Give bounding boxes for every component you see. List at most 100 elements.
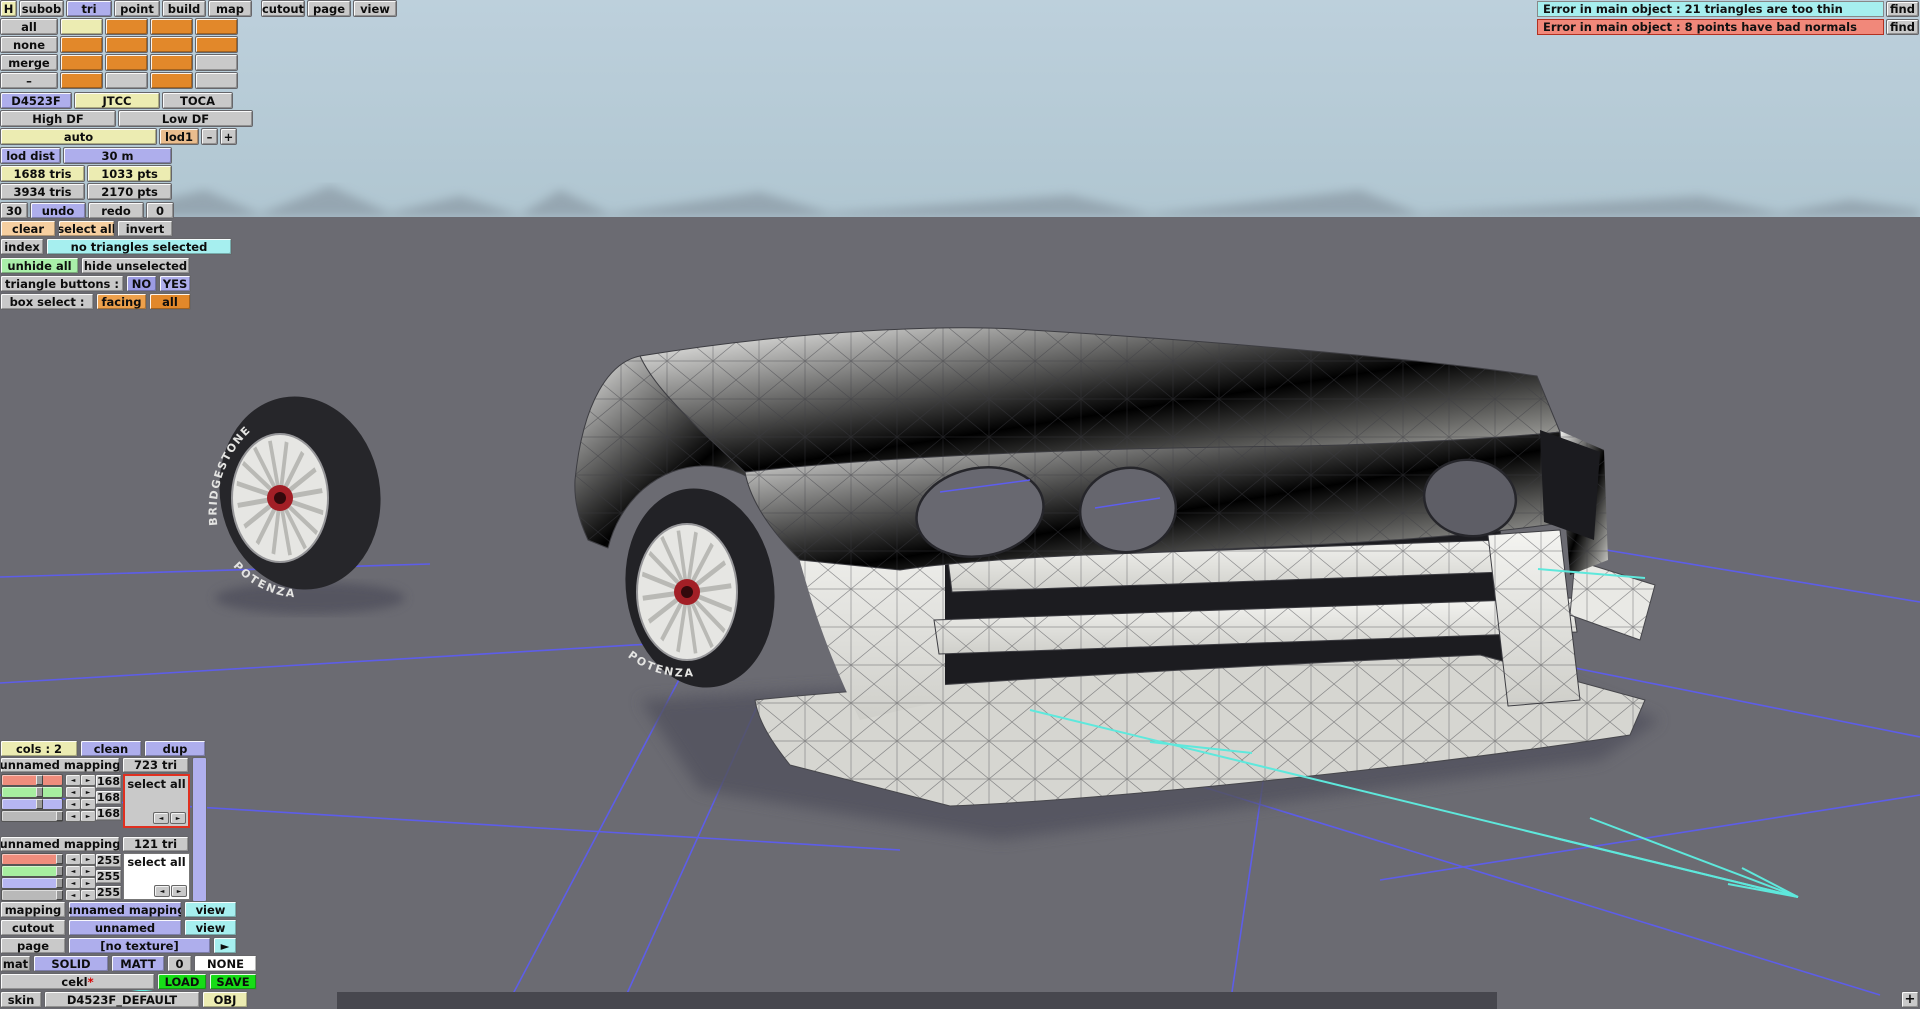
mat-matt-button[interactable]: MATT <box>111 955 165 972</box>
menu-item-cutout[interactable]: cutout <box>261 0 305 17</box>
subobject-grid-cell-orange[interactable] <box>195 18 238 35</box>
clean-button[interactable]: clean <box>80 740 142 757</box>
lod-plus-button[interactable]: + <box>220 128 237 145</box>
subobject-grid-cell-orange[interactable] <box>150 54 193 71</box>
mat-none-button[interactable]: NONE <box>194 955 257 972</box>
subobject-grid-cell-orange[interactable] <box>195 36 238 53</box>
load-button[interactable]: LOAD <box>157 973 207 990</box>
lod-dist-value[interactable]: 30 m <box>63 147 172 164</box>
color-slider-green[interactable] <box>1 786 63 798</box>
hide-unselected-button[interactable]: hide unselected <box>81 257 190 274</box>
subobject-grid-cell-orange[interactable] <box>105 18 148 35</box>
mapping-name[interactable]: unnamed mapping <box>0 757 120 773</box>
color-slider-gray[interactable] <box>1 889 63 901</box>
mapping-view-button[interactable]: view <box>184 901 237 918</box>
slider-increment-icon[interactable]: ► <box>80 865 96 877</box>
menu-item-tri[interactable]: tri <box>66 0 112 17</box>
unhide-all-button[interactable]: unhide all <box>0 257 79 274</box>
menu-item-h[interactable]: H <box>0 0 17 17</box>
page-value[interactable]: [no texture] <box>68 937 211 954</box>
color-slider-gray[interactable] <box>1 810 63 822</box>
color-slider-red[interactable] <box>1 774 63 786</box>
select-all-button[interactable]: select all <box>58 220 115 237</box>
variant-toca-button[interactable]: TOCA <box>162 92 233 109</box>
skin-obj-button[interactable]: OBJ <box>202 991 248 1008</box>
channel-value-field[interactable]: 168 <box>95 774 122 789</box>
box-select-all[interactable]: all <box>149 293 191 310</box>
color-slider-blue[interactable] <box>1 798 63 810</box>
triangle-buttons-yes[interactable]: YES <box>159 275 191 292</box>
dup-button[interactable]: dup <box>144 740 206 757</box>
find-button-2[interactable]: find <box>1886 19 1919 35</box>
subobject-row-label-button[interactable]: none <box>0 36 58 53</box>
mapping-value[interactable]: unnamed mapping <box>68 901 182 918</box>
subobject-grid-cell-orange[interactable] <box>60 72 103 89</box>
save-button[interactable]: SAVE <box>209 973 257 990</box>
lod-current-button[interactable]: lod1 <box>159 128 199 145</box>
slider-increment-icon[interactable]: ► <box>80 786 96 798</box>
slider-increment-icon[interactable]: ► <box>80 810 96 822</box>
viewport-3d[interactable]: BRIDGESTONE POTENZA <box>0 0 1920 1009</box>
menu-item-subob[interactable]: subob <box>19 0 64 17</box>
prev-mapping-icon[interactable]: ◄ <box>153 812 169 824</box>
triangle-buttons-no[interactable]: NO <box>126 275 157 292</box>
lod-auto-button[interactable]: auto <box>0 128 157 145</box>
menu-item-point[interactable]: point <box>114 0 160 17</box>
subobject-grid-cell-orange[interactable] <box>105 54 148 71</box>
clear-button[interactable]: clear <box>0 220 56 237</box>
menu-item-view[interactable]: view <box>353 0 397 17</box>
mapping-scrollbar[interactable] <box>192 757 207 902</box>
slider-increment-icon[interactable]: ► <box>80 774 96 786</box>
slider-increment-icon[interactable]: ► <box>80 853 96 865</box>
index-button[interactable]: index <box>0 238 44 255</box>
channel-value-field[interactable]: 255 <box>95 885 122 900</box>
color-slider-blue[interactable] <box>1 877 63 889</box>
slider-decrement-icon[interactable]: ◄ <box>65 889 81 901</box>
next-mapping-icon[interactable]: ► <box>171 885 187 897</box>
slider-decrement-icon[interactable]: ◄ <box>65 798 81 810</box>
subobject-row-label-button[interactable]: – <box>0 72 58 89</box>
channel-value-field[interactable]: 168 <box>95 806 122 821</box>
low-df-button[interactable]: Low DF <box>118 110 253 127</box>
subobject-grid-cell-orange[interactable] <box>150 36 193 53</box>
cutout-view-button[interactable]: view <box>184 919 237 936</box>
slider-increment-icon[interactable]: ► <box>80 889 96 901</box>
next-mapping-icon[interactable]: ► <box>170 812 186 824</box>
subobject-grid-cell-gray[interactable] <box>195 54 238 71</box>
subobject-grid-cell-orange[interactable] <box>105 36 148 53</box>
undo-button[interactable]: undo <box>30 202 86 219</box>
mat-zero-value[interactable]: 0 <box>167 955 192 972</box>
slider-decrement-icon[interactable]: ◄ <box>65 853 81 865</box>
subobject-grid-cell-yellow[interactable] <box>60 18 103 35</box>
lod-minus-button[interactable]: – <box>201 128 218 145</box>
cutout-value[interactable]: unnamed <box>68 919 182 936</box>
subobject-grid-cell-orange[interactable] <box>60 54 103 71</box>
mapping-select-all-box-2[interactable]: select all ◄ ► <box>123 853 190 900</box>
slider-decrement-icon[interactable]: ◄ <box>65 786 81 798</box>
subobject-row-label-button[interactable]: merge <box>0 54 58 71</box>
variant-d4523f-button[interactable]: D4523F <box>0 92 72 109</box>
channel-value-field[interactable]: 255 <box>95 869 122 884</box>
slider-decrement-icon[interactable]: ◄ <box>65 774 81 786</box>
mapping-name[interactable]: unnamed mapping <box>0 836 120 852</box>
texture-name[interactable]: cekl * <box>0 973 155 990</box>
menu-item-build[interactable]: build <box>162 0 206 17</box>
mapping-select-all-box-1[interactable]: select all ◄ ► <box>123 774 190 828</box>
menu-item-page[interactable]: page <box>307 0 351 17</box>
subobject-row-label-button[interactable]: all <box>0 18 58 35</box>
subobject-grid-cell-orange[interactable] <box>60 36 103 53</box>
slider-increment-icon[interactable]: ► <box>80 798 96 810</box>
mat-solid-button[interactable]: SOLID <box>33 955 109 972</box>
subobject-grid-cell-gray[interactable] <box>195 72 238 89</box>
redo-button[interactable]: redo <box>88 202 144 219</box>
invert-button[interactable]: invert <box>117 220 173 237</box>
variant-jtcc-button[interactable]: JTCC <box>74 92 160 109</box>
zoom-in-button[interactable]: + <box>1901 991 1919 1008</box>
slider-decrement-icon[interactable]: ◄ <box>65 810 81 822</box>
subobject-grid-cell-orange[interactable] <box>150 18 193 35</box>
menu-item-map[interactable]: map <box>208 0 252 17</box>
find-button-1[interactable]: find <box>1886 1 1919 17</box>
channel-value-field[interactable]: 255 <box>95 853 122 868</box>
subobject-grid-cell-gray[interactable] <box>105 72 148 89</box>
slider-decrement-icon[interactable]: ◄ <box>65 865 81 877</box>
